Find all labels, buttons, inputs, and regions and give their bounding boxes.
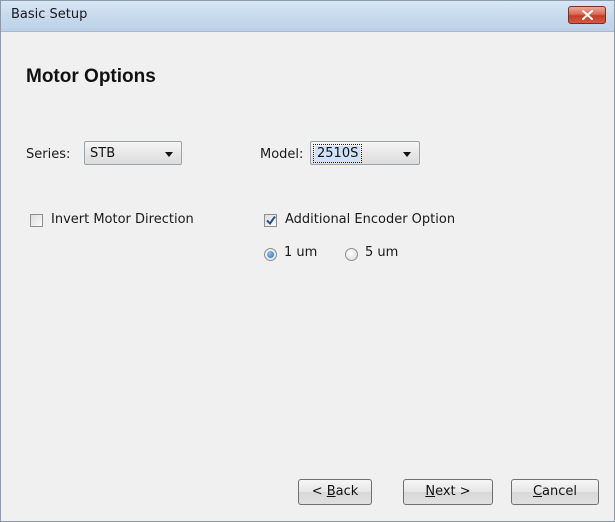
window-title: Basic Setup [11, 7, 88, 22]
additional-encoder-checkbox[interactable] [264, 214, 277, 227]
resolution-1um-label[interactable]: 1 um [284, 245, 317, 260]
resolution-5um-radio[interactable] [345, 248, 358, 261]
cancel-button[interactable]: Cancel [511, 479, 599, 505]
series-value: STB [90, 146, 116, 161]
resolution-1um-radio[interactable] [264, 248, 277, 261]
next-label-rest: ext > [435, 484, 471, 499]
cancel-label-rest: ancel [542, 484, 578, 499]
back-mnemonic: B [326, 484, 336, 499]
series-label: Series: [26, 147, 71, 162]
invert-motor-direction-label[interactable]: Invert Motor Direction [51, 212, 194, 227]
model-value: 2510S [312, 144, 363, 163]
close-button[interactable] [568, 6, 606, 24]
dialog-body: Motor Options Series: STB Model: 2510S I… [2, 32, 613, 520]
invert-motor-direction-checkbox[interactable] [30, 214, 43, 227]
radio-selected-dot [267, 251, 274, 258]
back-label-rest: ack [335, 484, 359, 499]
checkmark-icon [266, 215, 276, 226]
additional-encoder-label[interactable]: Additional Encoder Option [285, 212, 455, 227]
title-bar[interactable]: Basic Setup [1, 1, 614, 32]
resolution-5um-label[interactable]: 5 um [365, 245, 398, 260]
chevron-down-icon [403, 152, 411, 157]
back-label-prefix: < [311, 484, 327, 499]
model-label: Model: [260, 147, 304, 162]
page-title: Motor Options [26, 66, 156, 87]
model-dropdown[interactable]: 2510S [310, 141, 420, 165]
chevron-down-icon [165, 152, 173, 157]
basic-setup-dialog: Basic Setup Motor Options Series: STB Mo… [0, 0, 615, 522]
series-dropdown[interactable]: STB [84, 141, 182, 165]
next-button[interactable]: Next > [403, 479, 493, 505]
close-icon [582, 10, 593, 20]
back-button[interactable]: < Back [298, 479, 372, 505]
cancel-mnemonic: C [532, 484, 543, 499]
next-mnemonic: N [425, 484, 436, 499]
